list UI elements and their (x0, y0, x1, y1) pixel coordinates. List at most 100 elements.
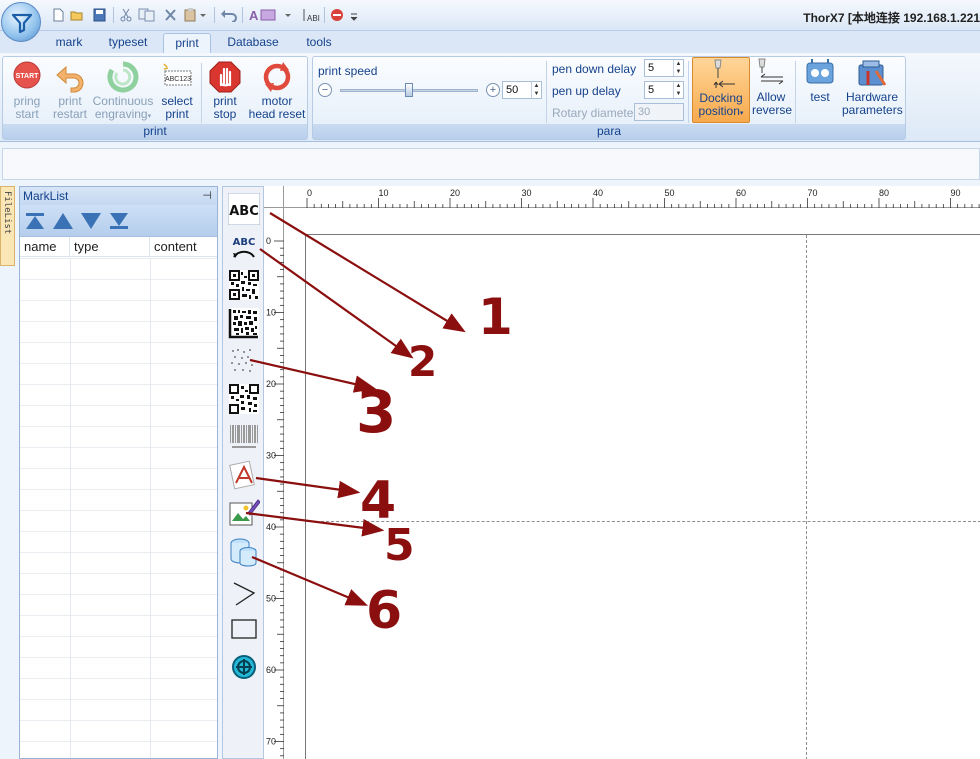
qr-code-tool-icon[interactable] (228, 269, 260, 301)
marklist-toolbar (20, 205, 217, 237)
design-canvas[interactable]: 0 10 20 30 40 50 60 70 80 90 0 10 20 30 40 50 60 70 (264, 186, 980, 759)
tab-database[interactable]: Database (222, 33, 284, 53)
paste-icon[interactable] (184, 8, 208, 22)
vertical-ruler: 0 10 20 30 40 50 60 70 (264, 208, 284, 759)
ribbon: START pring start print restart Continuo… (0, 53, 980, 142)
svg-text:ABC: ABC (229, 204, 259, 219)
pin-icon[interactable]: ⊣ (202, 187, 212, 205)
continuous-engraving-button[interactable]: Continuous engraving▾ (91, 61, 155, 123)
column-divider (70, 258, 71, 758)
select-print-icon: ABC123 (163, 63, 192, 86)
ruler-label: 50 (665, 188, 675, 198)
pen-down-delay-input[interactable]: 5 ▲ ▼ (644, 59, 684, 77)
arrange-icon[interactable]: ABI (301, 8, 321, 22)
pdf417-tool-icon[interactable] (228, 383, 260, 415)
circle-tool-icon[interactable] (228, 651, 260, 683)
toolbar-separator (214, 7, 215, 23)
open-icon[interactable] (70, 8, 83, 22)
spin-arrows-icon[interactable]: ▲ ▼ (673, 60, 683, 76)
hardware-parameters-button[interactable]: Hardware parameters (842, 57, 903, 117)
arc-text-tool-icon[interactable]: ABC (228, 231, 260, 263)
tab-print[interactable]: print (163, 33, 211, 53)
vector-file-tool-icon[interactable] (228, 459, 260, 491)
ruler-label: 20 (450, 188, 460, 198)
group-separator (201, 63, 202, 123)
barcode-tool-icon[interactable] (228, 421, 260, 453)
rotary-diameter-value: 30 (638, 106, 651, 118)
database-tool-icon[interactable] (228, 535, 260, 567)
window-title: ThorX7 [本地连接 192.168.1.221 (803, 11, 980, 25)
start-icon: START (13, 61, 41, 89)
pring-start-button[interactable]: START pring start (5, 61, 49, 121)
spin-arrows-icon[interactable]: ▲ ▼ (673, 82, 683, 98)
stop-hand-icon (209, 61, 241, 93)
print-group: START pring start print restart Continuo… (2, 56, 308, 140)
tab-typeset[interactable]: typeset (102, 33, 154, 53)
test-icon (806, 59, 834, 84)
delete-icon[interactable] (164, 8, 177, 22)
docking-position-button[interactable]: Docking position▾ (692, 57, 750, 123)
ruler-label: 80 (879, 188, 889, 198)
pring-start-line2: start (15, 107, 39, 121)
stop-icon[interactable] (330, 8, 344, 22)
save-icon[interactable] (93, 8, 106, 22)
pen-down-delay-value: 5 (648, 62, 655, 74)
ruler-label: 10 (266, 308, 276, 318)
move-top-icon[interactable] (24, 212, 46, 230)
rectangle-tool-icon[interactable] (228, 613, 260, 645)
text-tool-icon[interactable]: ABC (228, 193, 260, 225)
undo-icon[interactable] (220, 8, 238, 22)
dot-matrix-tool-icon[interactable] (228, 345, 260, 377)
svg-text:START: START (16, 73, 40, 80)
motor-head-reset-button[interactable]: motor head reset (247, 61, 307, 121)
artboard[interactable] (305, 234, 980, 759)
pen-up-delay-input[interactable]: 5 ▲ ▼ (644, 81, 684, 99)
marklist-header: MarkList ⊣ (20, 187, 217, 205)
pen-up-delay-value: 5 (648, 84, 655, 96)
more-icon[interactable] (350, 8, 358, 22)
test-button[interactable]: test (802, 57, 838, 104)
column-name[interactable]: name (20, 237, 70, 257)
ruler-label: 0 (266, 236, 271, 246)
reset-icon (263, 62, 291, 92)
dropdown-arrow-icon: ▾ (739, 110, 744, 117)
motor-head-reset-line2: head reset (248, 107, 306, 121)
filelist-tab[interactable]: FileList (0, 186, 15, 266)
column-type[interactable]: type (70, 237, 150, 257)
select-print-button[interactable]: ABC123 select print (155, 61, 199, 121)
cut-icon[interactable] (120, 8, 133, 22)
text-style-icon[interactable]: A (248, 8, 292, 22)
column-content[interactable]: content (150, 237, 217, 257)
move-up-icon[interactable] (52, 212, 74, 230)
dropdown-arrow-icon: ▾ (147, 113, 152, 120)
tab-tools[interactable]: tools (298, 33, 340, 53)
move-bottom-icon[interactable] (108, 212, 130, 230)
para-group-label: para (313, 124, 905, 139)
print-stop-line2: stop (213, 107, 237, 121)
move-down-icon[interactable] (80, 212, 102, 230)
rotary-diameter-label: Rotary diameter (552, 106, 638, 120)
app-menu-button[interactable] (1, 2, 41, 42)
speed-increase-button[interactable]: + (486, 83, 500, 97)
allow-reverse-line2: reverse (752, 103, 793, 117)
print-restart-button[interactable]: print restart (49, 61, 91, 121)
tab-mark[interactable]: mark (48, 33, 90, 53)
group-separator (546, 61, 547, 123)
print-speed-input[interactable]: 50 ▲ ▼ (502, 81, 542, 99)
datamatrix-tool-icon[interactable] (228, 307, 260, 339)
print-speed-slider-thumb[interactable] (405, 83, 413, 97)
allow-reverse-button[interactable]: Allow reverse (752, 57, 793, 117)
ruler-label: 50 (266, 594, 276, 604)
spin-arrows-icon[interactable]: ▲ ▼ (531, 82, 541, 98)
copy-icon[interactable] (138, 8, 156, 22)
speed-decrease-button[interactable]: − (318, 83, 332, 97)
image-tool-icon[interactable] (228, 497, 260, 529)
rotary-diameter-input[interactable]: 30 (634, 103, 684, 121)
toolbar-separator (113, 7, 114, 23)
new-icon[interactable] (52, 8, 65, 22)
line-tool-icon[interactable] (228, 577, 260, 609)
test-label: test (810, 90, 830, 104)
ruler-label: 70 (808, 188, 818, 198)
ruler-label: 40 (593, 188, 603, 198)
print-stop-button[interactable]: print stop (203, 61, 247, 121)
